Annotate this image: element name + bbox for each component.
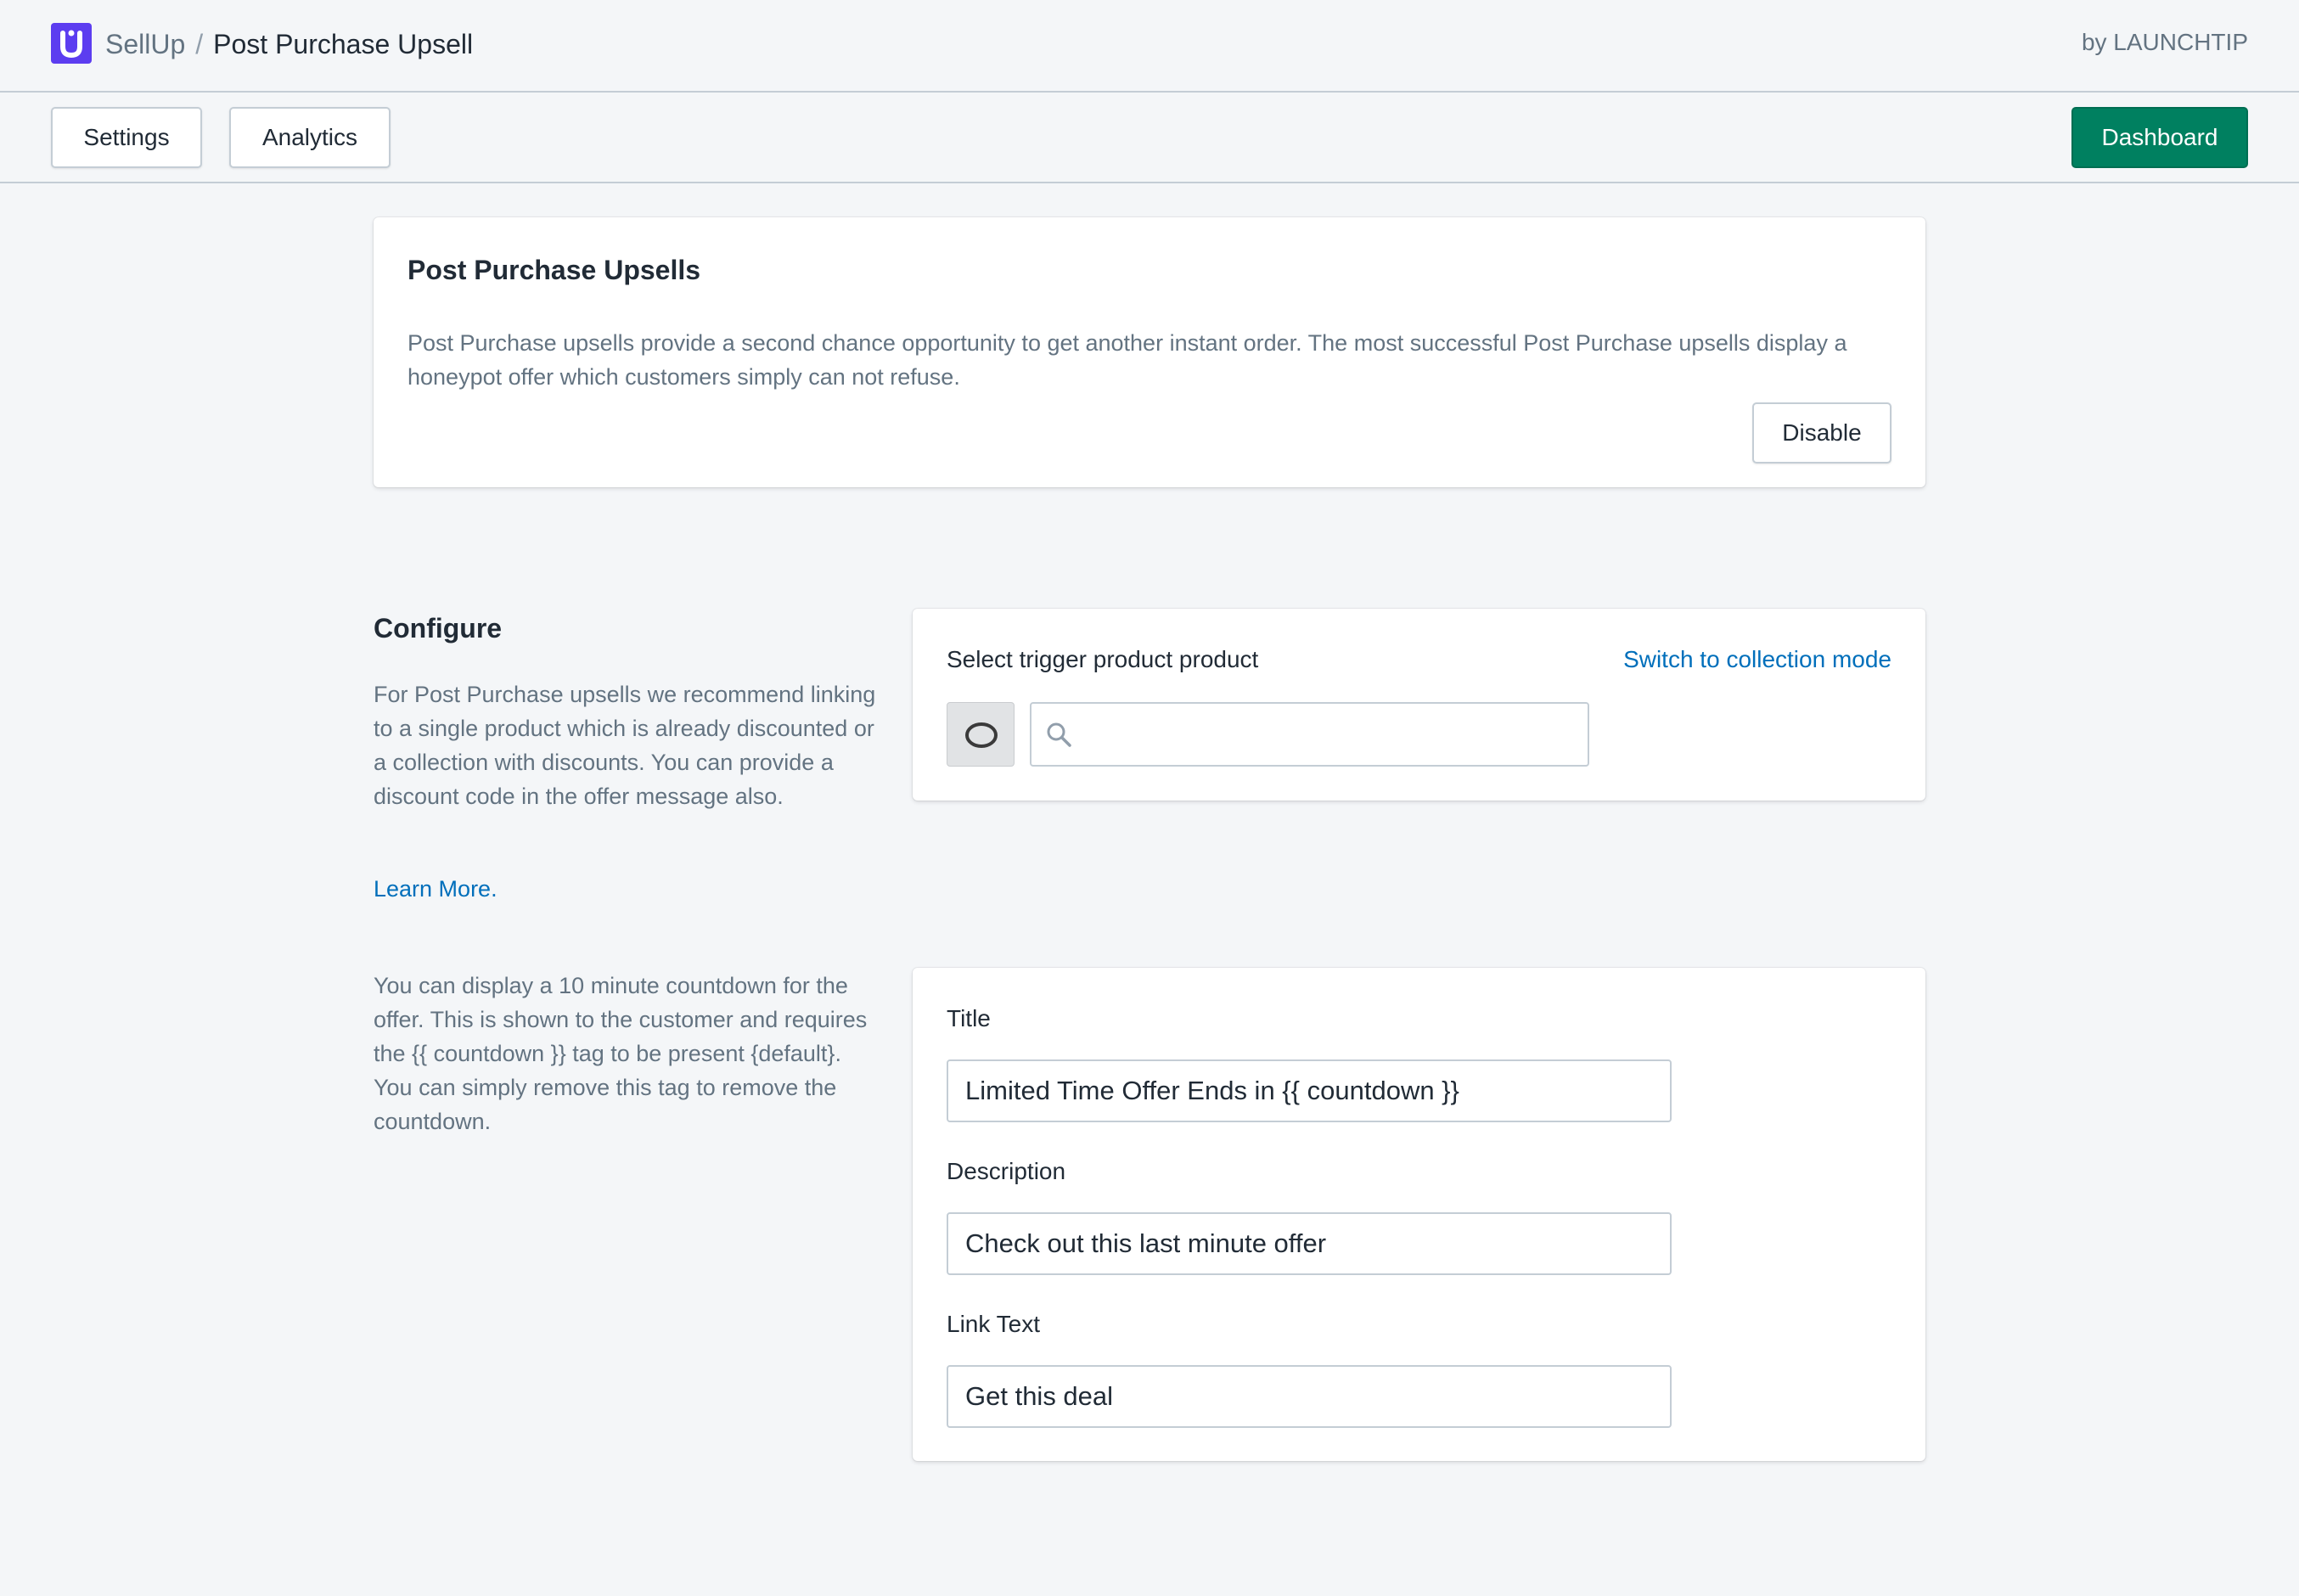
link-text-label: Link Text [947, 1311, 1040, 1337]
byline: by LAUNCHTIP [2081, 29, 2248, 55]
breadcrumb-app-name[interactable]: SellUp [105, 29, 185, 60]
breadcrumb: SellUp / Post Purchase Upsell [105, 25, 473, 63]
description-input[interactable] [947, 1212, 1672, 1275]
trigger-product-label: Select trigger product product [947, 646, 1259, 672]
search-icon [1047, 722, 1071, 747]
product-search-box[interactable] [1030, 702, 1589, 767]
intro-card-title: Post Purchase Upsells [408, 255, 701, 285]
product-thumbnail-icon[interactable] [947, 702, 1015, 767]
offer-form-card: Title Description Link Text [913, 968, 1925, 1461]
countdown-description: You can display a 10 minute countdown fo… [374, 973, 868, 1134]
link-text-input[interactable] [947, 1365, 1672, 1428]
switch-to-collection-link[interactable]: Switch to collection mode [1623, 646, 1891, 673]
analytics-button[interactable]: Analytics [229, 107, 391, 168]
trigger-product-card: Select trigger product product Switch to… [913, 609, 1925, 801]
intro-card: Post Purchase Upsells Post Purchase upse… [374, 217, 1925, 487]
action-bar: Settings Analytics Dashboard [0, 93, 2299, 183]
breadcrumb-separator: / [195, 28, 204, 59]
intro-card-description: Post Purchase upsells provide a second c… [408, 330, 1847, 390]
learn-more-link[interactable]: Learn More. [374, 876, 497, 902]
settings-button[interactable]: Settings [51, 107, 202, 168]
disable-button[interactable]: Disable [1752, 402, 1891, 464]
sellup-logo-icon [51, 23, 92, 64]
product-search-input[interactable] [1082, 704, 1583, 765]
top-header: SellUp / Post Purchase Upsell by LAUNCHT… [0, 0, 2299, 93]
title-input[interactable] [947, 1059, 1672, 1122]
description-label: Description [947, 1158, 1066, 1184]
configure-description: For Post Purchase upsells we recommend l… [374, 682, 876, 809]
page-title: Post Purchase Upsell [213, 28, 474, 59]
configure-heading: Configure [374, 613, 503, 643]
dashboard-button[interactable]: Dashboard [2071, 107, 2248, 168]
title-label: Title [947, 1005, 991, 1031]
